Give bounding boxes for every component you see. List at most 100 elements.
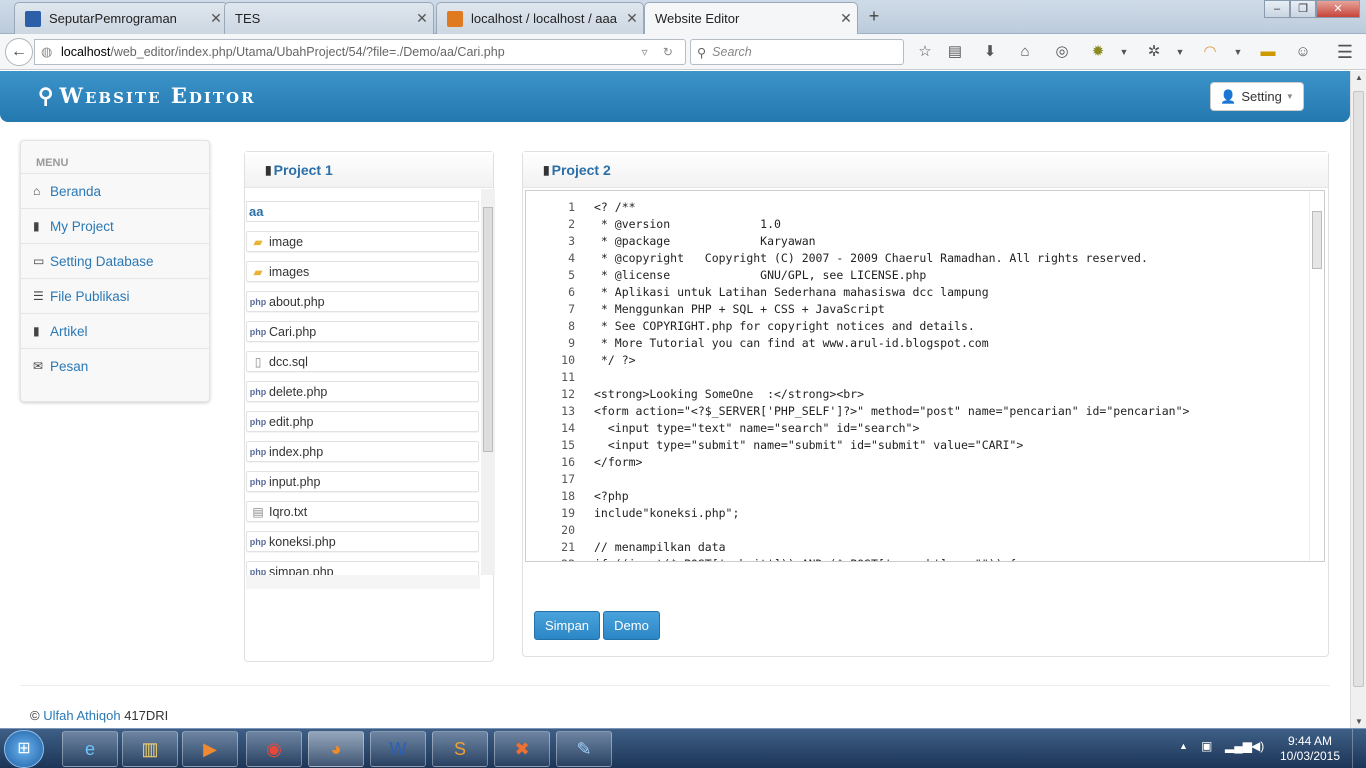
start-button[interactable]: ⊞ [4,730,44,768]
code-line[interactable]: <?php [594,488,1310,505]
chevron-down-icon[interactable]: ▼ [1170,42,1190,62]
code-line[interactable]: // menampilkan data [594,539,1310,556]
file-tree-hscrollbar[interactable] [246,575,480,589]
scrollbar-thumb[interactable] [1312,211,1322,269]
code-line[interactable]: * @package Karyawan [594,233,1310,250]
code-line[interactable] [594,471,1310,488]
maximize-icon[interactable]: ❐ [1290,0,1316,18]
file-item[interactable]: ▰ images [246,261,479,282]
file-item[interactable]: ▰ image [246,231,479,252]
demo-button[interactable]: Demo [603,611,660,640]
file-explorer-icon[interactable]: ▥ [122,731,178,767]
sidebar-item-artikel[interactable]: ▮ Artikel [21,313,209,348]
code-line[interactable]: * @license GNU/GPL, see LICENSE.php [594,267,1310,284]
bug-addon-icon[interactable]: ✲ [1144,42,1164,62]
site-brand[interactable]: ⚲ Website Editor [38,83,256,108]
chrome-icon[interactable]: ◉ [246,731,302,767]
code-line[interactable]: */ ?> [594,352,1310,369]
code-line[interactable]: * More Tutorial you can find at www.arul… [594,335,1310,352]
simpan-button[interactable]: Simpan [534,611,600,640]
file-item[interactable]: php index.php [246,441,479,462]
browser-tab-3[interactable]: localhost / localhost / aaa |... ✕ [436,2,644,34]
file-item[interactable]: php input.php [246,471,479,492]
search-input[interactable]: ⚲ Search [690,39,904,65]
setting-dropdown-button[interactable]: 👤 Setting ▼ [1210,82,1304,111]
ruler-addon-icon[interactable]: ▬ [1258,42,1278,62]
author-link[interactable]: Ulfah Athiqoh [43,708,120,723]
media-player-icon[interactable]: ▶ [182,731,238,767]
scrollbar-thumb[interactable] [483,207,493,452]
clock[interactable]: 9:44 AM 10/03/2015 [1275,734,1345,764]
volume-icon[interactable]: ◀) [1251,739,1264,753]
globe-addon-icon[interactable]: ◎ [1052,42,1072,62]
sublime-icon[interactable]: S [432,731,488,767]
chevron-down-icon[interactable]: ▼ [1114,42,1134,62]
show-desktop-button[interactable] [1352,729,1366,768]
back-button[interactable]: ← [5,38,33,66]
firefox-icon[interactable]: ◕ [308,731,364,767]
sidebar-item-file-publikasi[interactable]: ☰ File Publikasi [21,278,209,313]
word-icon[interactable]: W [370,731,426,767]
signal-icon[interactable]: ▂▄▆ [1225,739,1252,753]
code-line[interactable]: * @version 1.0 [594,216,1310,233]
code-line[interactable]: <input type="submit" name="submit" id="s… [594,437,1310,454]
scroll-up-icon[interactable]: ▲ [1351,73,1366,82]
code-line[interactable]: <? /** [594,199,1310,216]
close-icon[interactable]: ✕ [411,10,433,27]
editor-scrollbar[interactable] [1309,191,1324,561]
code-line[interactable]: <input type="text" name="search" id="sea… [594,420,1310,437]
menu-icon[interactable]: ☰ [1335,42,1355,62]
file-item[interactable]: php about.php [246,291,479,312]
xampp-icon[interactable]: ✖ [494,731,550,767]
browser-tab-2[interactable]: TES ✕ [224,2,434,34]
code-editor[interactable]: 123456789101112131415161718192021222324 … [525,190,1325,562]
code-line[interactable] [594,369,1310,386]
file-item[interactable]: ▯ dcc.sql [246,351,479,372]
new-tab-button[interactable]: + [864,6,884,27]
browser-tab-1[interactable]: SeputarPemrograman ✕ [14,2,228,34]
network-device-icon[interactable]: ▣ [1201,739,1212,753]
close-icon[interactable]: ✕ [621,10,643,27]
file-item[interactable]: php delete.php [246,381,479,402]
home-icon[interactable]: ⌂ [1015,42,1035,62]
file-item[interactable]: ▤ Iqro.txt [246,501,479,522]
sidebar-item-my-project[interactable]: ▮ My Project [21,208,209,243]
code-line[interactable]: * Aplikasi untuk Latihan Sederhana mahas… [594,284,1310,301]
code-line[interactable]: * @copyright Copyright (C) 2007 - 2009 C… [594,250,1310,267]
chat-icon[interactable]: ☺ [1293,42,1313,62]
page-scrollbar[interactable]: ▲ ▼ [1350,71,1366,728]
code-line[interactable]: * See COPYRIGHT.php for copyright notice… [594,318,1310,335]
file-tree-scrollbar[interactable] [481,189,495,575]
code-line[interactable]: include"koneksi.php"; [594,505,1310,522]
code-line[interactable]: </form> [594,454,1310,471]
internet-explorer-icon[interactable]: e [62,731,118,767]
window-close-icon[interactable]: ✕ [1316,0,1360,18]
scrollbar-thumb[interactable] [1353,91,1364,687]
tray-expand-icon[interactable]: ▲ [1179,741,1188,751]
browser-tab-4[interactable]: Website Editor ✕ [644,2,858,34]
code-line[interactable]: * Menggunkan PHP + SQL + CSS + JavaScrip… [594,301,1310,318]
code-line[interactable] [594,522,1310,539]
sidebar-item-setting-database[interactable]: ▭ Setting Database [21,243,209,278]
download-icon[interactable]: ⬇ [980,42,1000,62]
file-item[interactable]: php simpan.php [246,561,479,575]
code-line[interactable]: <form action="<?$_SERVER['PHP_SELF']?>" … [594,403,1310,420]
reload-icon[interactable]: ▿ ↻ [642,45,685,59]
bookmark-star-icon[interactable]: ☆ [915,42,935,62]
file-item[interactable]: php edit.php [246,411,479,432]
code-line[interactable]: <strong>Looking SomeOne :</strong><br> [594,386,1310,403]
rainbow-addon-icon[interactable]: ◠ [1200,42,1220,62]
code-content[interactable]: <? /** * @version 1.0 * @package Karyawa… [594,191,1310,561]
chevron-down-icon[interactable]: ▼ [1228,42,1248,62]
sidebar-item-pesan[interactable]: ✉ Pesan [21,348,209,383]
code-line[interactable]: if ((isset($_POST['submit'])) AND ($_POS… [594,556,1310,561]
sidebar-item-beranda[interactable]: ⌂ Beranda [21,173,209,208]
minimize-icon[interactable]: – [1264,0,1290,18]
file-item[interactable]: php koneksi.php [246,531,479,552]
folder-root[interactable]: aa [246,201,479,222]
reading-list-icon[interactable]: ▤ [945,42,965,62]
file-item[interactable]: php Cari.php [246,321,479,342]
url-bar[interactable]: ◍ localhost/web_editor/index.php/Utama/U… [34,39,686,65]
gear-addon-icon[interactable]: ✹ [1088,42,1108,62]
scroll-down-icon[interactable]: ▼ [1351,717,1366,726]
